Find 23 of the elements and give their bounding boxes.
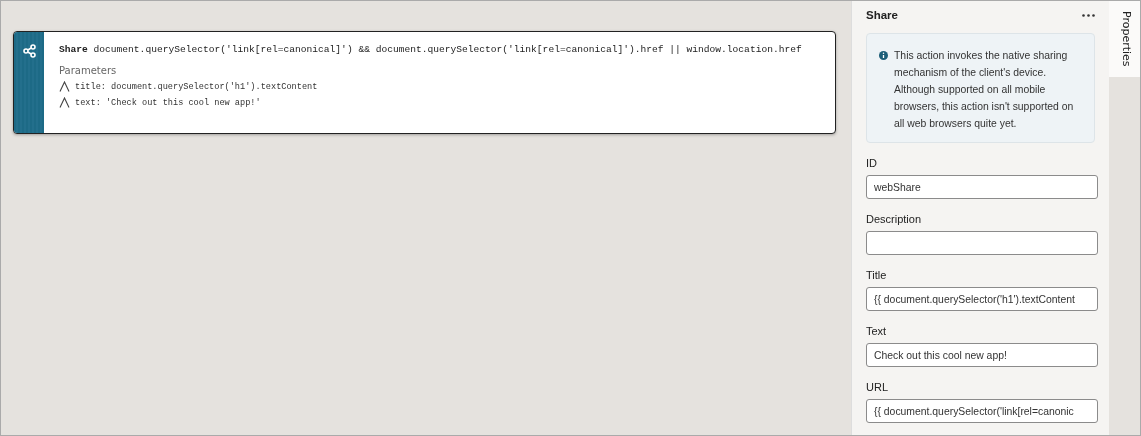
panel-title: Share	[866, 9, 898, 21]
input-field[interactable]: webShare	[866, 175, 1098, 199]
info-text: This action invokes the native sharing mechanism of the client's device. Although supported on all mobile browsers, this action isn't supported on all web browsers quite yet.	[894, 49, 1075, 131]
input-field[interactable]: Check out this cool new app!	[866, 343, 1098, 367]
field-label: Title	[866, 269, 888, 281]
parameters-label: Parameters	[59, 65, 118, 76]
more-icon[interactable]	[1082, 13, 1095, 17]
action-expression: Share document.querySelector('link[rel=canonical]') && document.querySelector('link[rel=canonical]').href || window.location.href	[59, 44, 802, 55]
text-type-icon	[59, 97, 70, 108]
field-label: Description	[866, 213, 923, 225]
share-icon	[22, 44, 36, 58]
side-tab[interactable]: Properties	[1109, 1, 1140, 77]
field-label: ID	[866, 157, 878, 169]
field-label: Text	[866, 325, 888, 337]
info-icon	[879, 51, 888, 60]
action-card[interactable]	[13, 31, 836, 134]
parameter-text: title: document.querySelector('h1').textContent	[75, 81, 318, 92]
parameter-text: text: 'Check out this cool new app!'	[75, 97, 261, 108]
input-field[interactable]: {{ document.querySelector('h1').textContent	[866, 287, 1098, 311]
text-type-icon	[59, 81, 70, 92]
input-field[interactable]	[866, 231, 1098, 255]
input-field[interactable]: {{ document.querySelector('link[rel=canonic	[866, 399, 1098, 423]
field-label: URL	[866, 381, 889, 393]
